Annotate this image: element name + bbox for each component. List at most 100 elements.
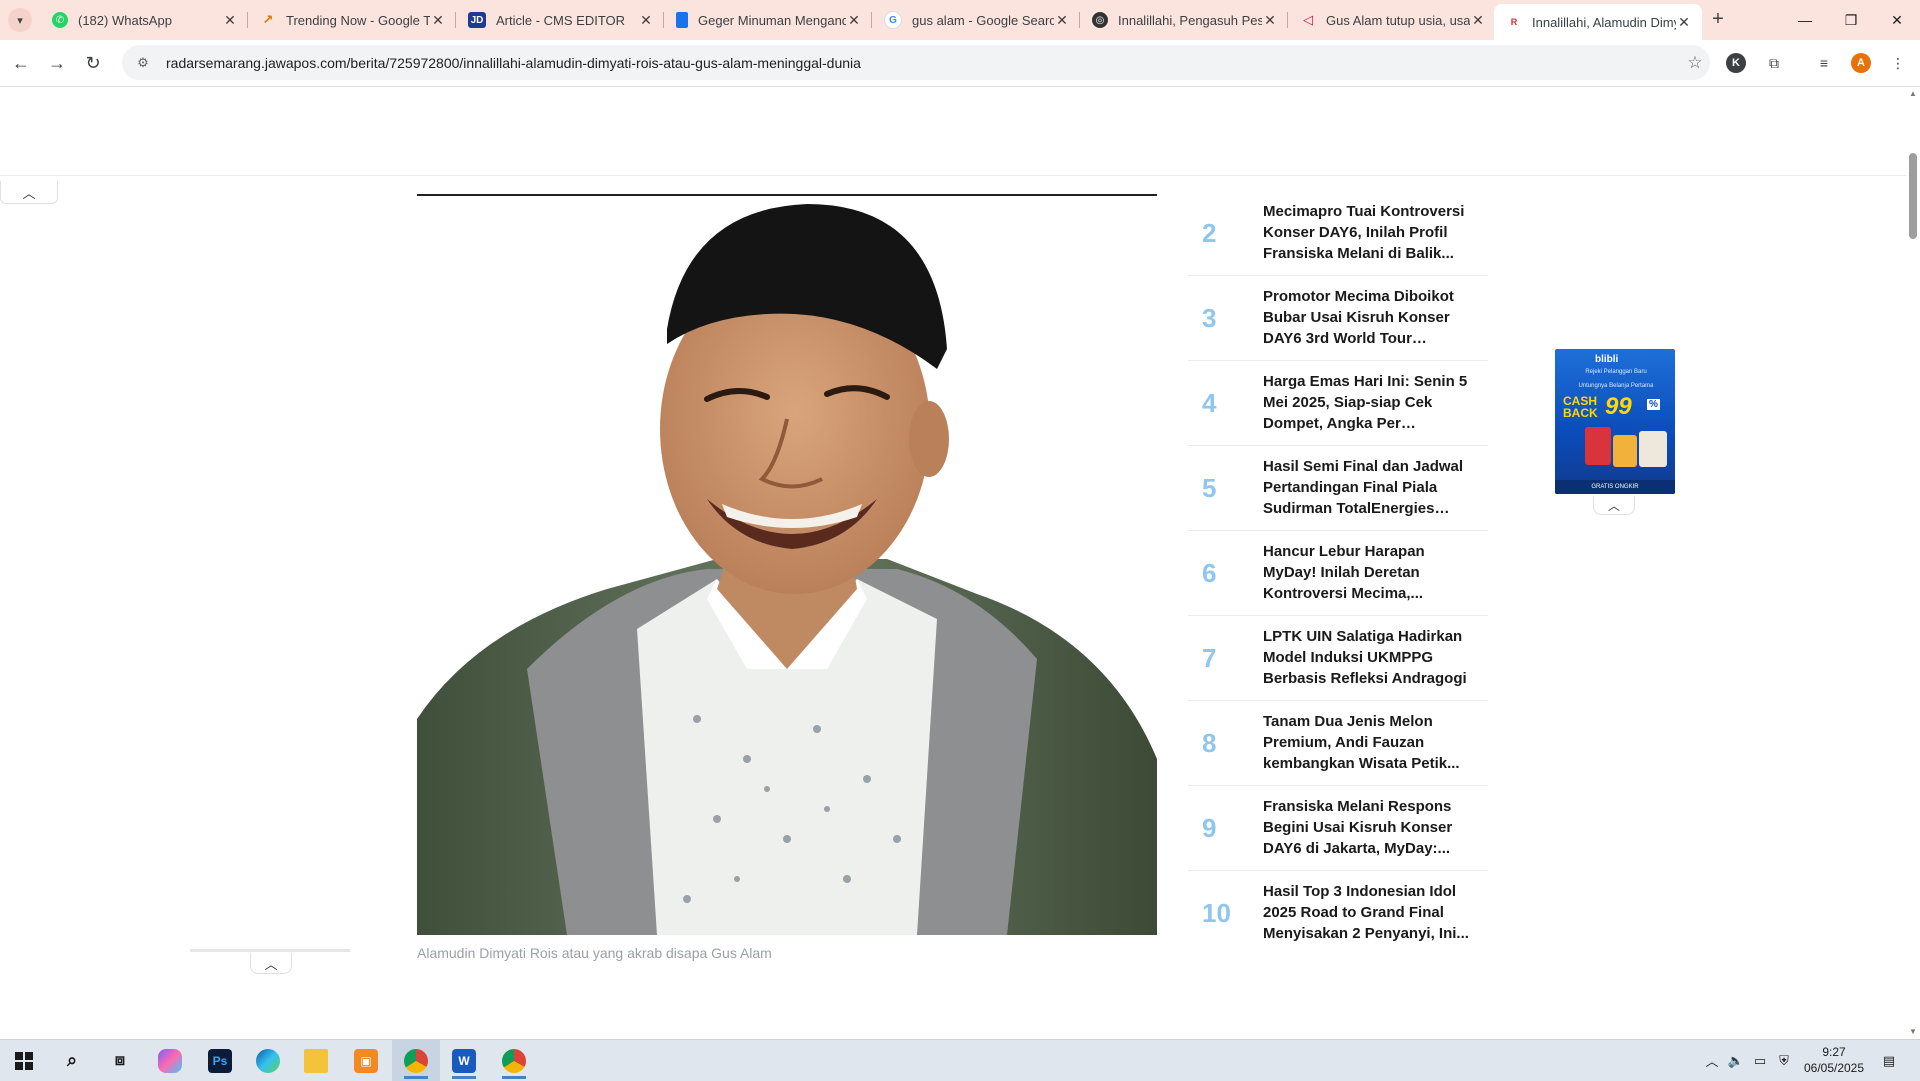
list-item[interactable]: 7 LPTK UIN Salatiga Hadirkan Model Induk… bbox=[1188, 616, 1488, 701]
close-icon[interactable]: ✕ bbox=[1262, 12, 1278, 29]
chevron-up-icon: ︿ bbox=[22, 185, 36, 201]
reload-icon: ↻ bbox=[85, 52, 101, 73]
restore-button[interactable]: ❐ bbox=[1828, 0, 1874, 40]
close-window-button[interactable]: ✕ bbox=[1874, 0, 1920, 40]
show-hidden-icons-button[interactable]: ︿ bbox=[1700, 1040, 1724, 1081]
rank-number: 7 bbox=[1202, 642, 1217, 673]
tab-google-search[interactable]: G gus alam - Google Search ✕ bbox=[872, 4, 1080, 36]
url-text[interactable]: radarsemarang.jawapos.com/berita/7259728… bbox=[166, 55, 1680, 71]
trending-title-link[interactable]: Fransiska Melani Respons Begini Usai Kis… bbox=[1263, 796, 1473, 859]
list-item[interactable]: 9 Fransiska Melani Respons Begini Usai K… bbox=[1188, 786, 1488, 871]
trending-title-link[interactable]: Promotor Mecima Diboikot Bubar Usai Kisr… bbox=[1263, 286, 1473, 349]
bookmark-star-icon[interactable]: ☆ bbox=[1680, 53, 1710, 73]
list-item[interactable]: 10 Hasil Top 3 Indonesian Idol 2025 Road… bbox=[1188, 871, 1488, 955]
trending-title-link[interactable]: Hasil Semi Final dan Jadwal Pertandingan… bbox=[1263, 456, 1473, 519]
profile-k-icon[interactable]: K bbox=[1726, 53, 1746, 73]
doc-icon bbox=[676, 12, 688, 28]
notification-center-button[interactable]: ▤ bbox=[1874, 1040, 1904, 1081]
tab-geger[interactable]: Geger Minuman Mengandung ✕ bbox=[664, 4, 872, 36]
collapse-right-ad-button[interactable]: ︿ bbox=[1593, 496, 1635, 515]
chrome-app-2[interactable] bbox=[490, 1040, 538, 1081]
volume-icon[interactable]: 🔈 bbox=[1724, 1040, 1748, 1081]
network-icon[interactable]: ▭ bbox=[1748, 1040, 1772, 1081]
product-image bbox=[1613, 435, 1637, 467]
feedly-app[interactable]: ▣ bbox=[342, 1040, 390, 1081]
tab-whatsapp[interactable]: ✆ (182) WhatsApp ✕ bbox=[40, 4, 248, 36]
close-icon[interactable]: ✕ bbox=[430, 12, 446, 29]
task-view-button[interactable]: ⧈ bbox=[96, 1040, 144, 1081]
taskbar-clock[interactable]: 9:27 06/05/2025 bbox=[1790, 1044, 1878, 1076]
tab-search-button[interactable]: ▾ bbox=[8, 8, 32, 32]
close-icon[interactable]: ✕ bbox=[638, 12, 654, 29]
photoshop-app[interactable]: Ps bbox=[196, 1040, 244, 1081]
address-bar[interactable]: ⚙ radarsemarang.jawapos.com/berita/72597… bbox=[122, 45, 1710, 80]
top-ad-slot bbox=[0, 87, 1906, 176]
trending-title-link[interactable]: Mecimapro Tuai Kontroversi Konser DAY6, … bbox=[1263, 201, 1473, 264]
windows-logo-icon bbox=[15, 1051, 33, 1070]
trending-title-link[interactable]: Hasil Top 3 Indonesian Idol 2025 Road to… bbox=[1263, 881, 1473, 944]
tab-cms-editor[interactable]: JD Article - CMS EDITOR ✕ bbox=[456, 4, 664, 36]
media-control-icon[interactable]: ≡ bbox=[1812, 51, 1836, 75]
minimize-button[interactable]: — bbox=[1782, 0, 1828, 40]
trending-title-link[interactable]: Hancur Lebur Harapan MyDay! Inilah Deret… bbox=[1263, 541, 1473, 604]
rank-number: 6 bbox=[1202, 557, 1217, 588]
list-item[interactable]: 4 Harga Emas Hari Ini: Senin 5 Mei 2025,… bbox=[1188, 361, 1488, 446]
scrollbar-thumb[interactable] bbox=[1909, 153, 1917, 239]
list-item[interactable]: 3 Promotor Mecima Diboikot Bubar Usai Ki… bbox=[1188, 276, 1488, 361]
collapse-left-ad-button[interactable]: ︿ bbox=[250, 953, 292, 974]
list-item[interactable]: 6 Hancur Lebur Harapan MyDay! Inilah Der… bbox=[1188, 531, 1488, 616]
trending-title-link[interactable]: Tanam Dua Jenis Melon Premium, Andi Fauz… bbox=[1263, 711, 1473, 774]
ad-line-1: Rejeki Pelanggan Baru bbox=[1585, 369, 1647, 375]
collapse-top-ad-button[interactable]: ︿ bbox=[0, 181, 58, 204]
edge-app[interactable] bbox=[244, 1040, 292, 1081]
tab-trends[interactable]: ↗ Trending Now - Google Trends ✕ bbox=[248, 4, 456, 36]
cms-icon: JD bbox=[468, 12, 486, 28]
forward-button[interactable]: → bbox=[44, 50, 70, 76]
new-tab-button[interactable]: + bbox=[1706, 8, 1730, 32]
extensions-icon[interactable]: ⧉ bbox=[1762, 51, 1786, 75]
search-button[interactable]: ⌕ bbox=[48, 1040, 96, 1081]
list-item[interactable]: 2 Mecimapro Tuai Kontroversi Konser DAY6… bbox=[1188, 191, 1488, 276]
word-app[interactable]: W bbox=[440, 1040, 488, 1081]
list-item[interactable]: 8 Tanam Dua Jenis Melon Premium, Andi Fa… bbox=[1188, 701, 1488, 786]
copilot-app[interactable] bbox=[146, 1040, 194, 1081]
trending-title-link[interactable]: Harga Emas Hari Ini: Senin 5 Mei 2025, S… bbox=[1263, 371, 1473, 434]
file-explorer-app[interactable] bbox=[292, 1040, 340, 1081]
back-button[interactable]: ← bbox=[8, 50, 34, 76]
trends-icon: ↗ bbox=[262, 12, 274, 27]
site-info-icon[interactable]: ⚙ bbox=[132, 55, 154, 71]
photo-caption: Alamudin Dimyati Rois atau yang akrab di… bbox=[417, 945, 772, 961]
tab-strip: ▾ ✆ (182) WhatsApp ✕ ↗ Trending Now - Go… bbox=[0, 0, 1920, 40]
plus-icon: + bbox=[1712, 8, 1724, 30]
chrome-icon bbox=[502, 1048, 526, 1073]
chrome-app-1[interactable] bbox=[392, 1040, 440, 1081]
person-portrait-image bbox=[417, 204, 1157, 935]
rank-number: 3 bbox=[1202, 302, 1217, 333]
ad-percent: % bbox=[1647, 399, 1660, 410]
trending-title-link[interactable]: LPTK UIN Salatiga Hadirkan Model Induksi… bbox=[1263, 626, 1473, 689]
tab-innalillahi-pengasuh[interactable]: ◎ Innalillahi, Pengasuh Pesantren ✕ bbox=[1080, 4, 1288, 36]
blibli-ad-banner[interactable]: blibli Rejeki Pelanggan Baru Untungnya B… bbox=[1555, 349, 1675, 494]
reload-button[interactable]: ↻ bbox=[80, 50, 106, 76]
close-icon[interactable]: ✕ bbox=[1470, 12, 1486, 29]
close-icon[interactable]: ✕ bbox=[1676, 14, 1692, 31]
page-scrollbar[interactable]: ▲ ▼ bbox=[1906, 87, 1920, 1039]
menu-kebab-icon[interactable]: ⋮ bbox=[1886, 51, 1910, 75]
ad-footer: GRATIS ONGKIR bbox=[1555, 480, 1675, 494]
close-icon[interactable]: ✕ bbox=[1054, 12, 1070, 29]
scroll-up-arrow-icon[interactable]: ▲ bbox=[1909, 89, 1917, 98]
chevron-up-icon: ︿ bbox=[264, 956, 278, 972]
list-item[interactable]: 5 Hasil Semi Final dan Jadwal Pertanding… bbox=[1188, 446, 1488, 531]
tab-innalillahi-alamudin[interactable]: R Innalillahi, Alamudin Dimyati ✕ bbox=[1494, 4, 1702, 40]
left-ad-slot bbox=[190, 347, 350, 947]
chevron-up-icon: ︿ bbox=[1607, 498, 1620, 513]
start-button[interactable] bbox=[0, 1040, 48, 1081]
app-icon: ▣ bbox=[354, 1048, 378, 1073]
rank-number: 2 bbox=[1202, 217, 1217, 248]
close-icon[interactable]: ✕ bbox=[222, 12, 238, 29]
close-icon[interactable]: ✕ bbox=[846, 12, 862, 29]
profile-avatar[interactable]: A bbox=[1851, 53, 1871, 73]
radar-icon: R bbox=[1510, 17, 1518, 27]
tab-gus-alam[interactable]: ◁ Gus Alam tutup usia, usai ✕ bbox=[1288, 4, 1496, 36]
scroll-down-arrow-icon[interactable]: ▼ bbox=[1909, 1027, 1917, 1036]
